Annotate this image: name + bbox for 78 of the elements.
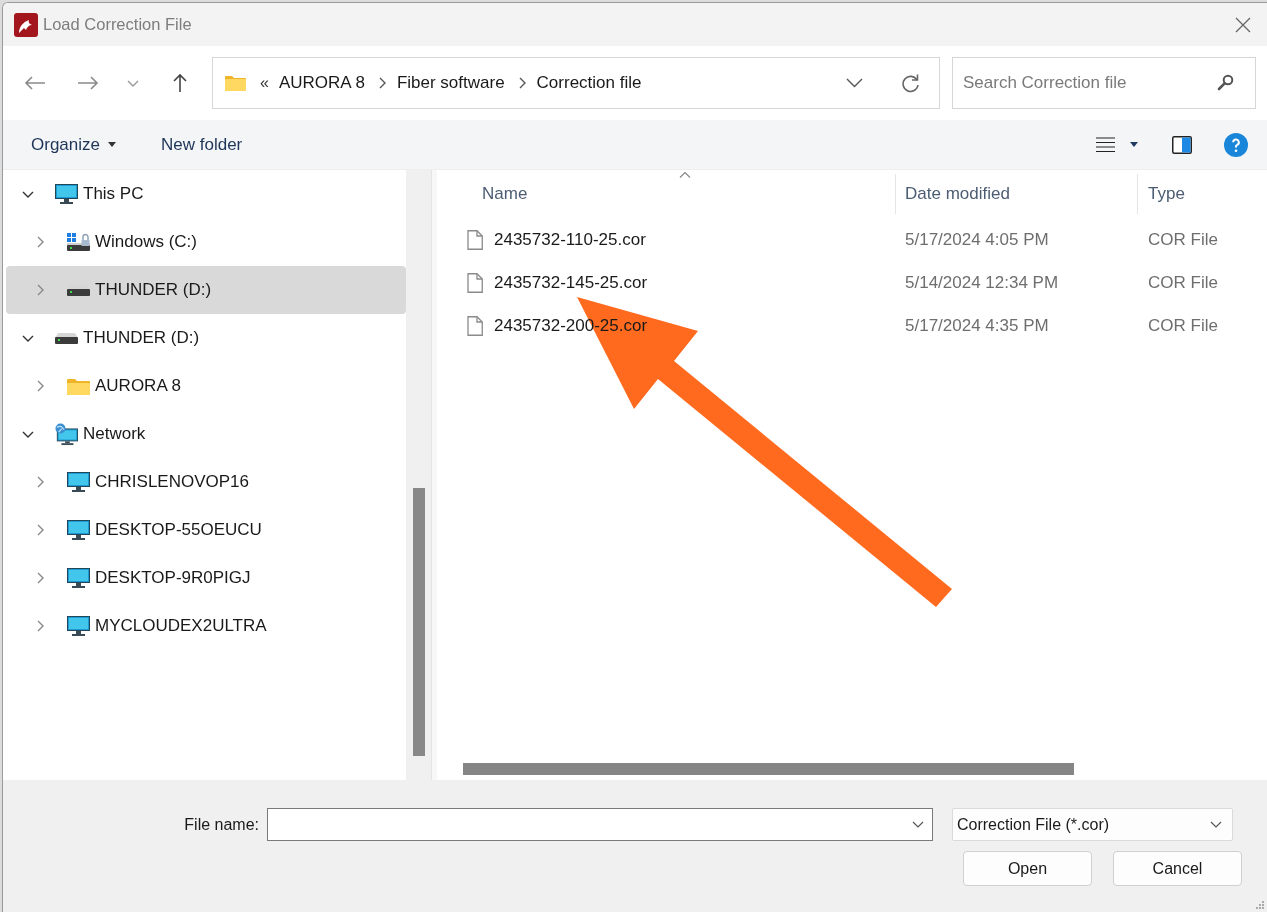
document-icon xyxy=(467,315,483,336)
sidebar-item[interactable]: This PC xyxy=(6,170,406,218)
sidebar-item[interactable]: DESKTOP-55OEUCU xyxy=(6,506,406,554)
monitor-icon xyxy=(67,568,90,588)
up-arrow-icon[interactable] xyxy=(172,73,188,93)
drive-icon xyxy=(55,332,78,344)
chevron-right-icon[interactable] xyxy=(36,236,44,248)
chevron-right-icon[interactable] xyxy=(518,77,526,89)
file-name-field[interactable] xyxy=(267,808,933,841)
file-row[interactable]: 2435732-145-25.cor 5/14/2024 12:34 PM COR File xyxy=(437,261,1267,304)
window-title: Load Correction File xyxy=(43,14,192,36)
chevron-right-icon[interactable] xyxy=(36,572,44,584)
network-icon xyxy=(55,422,78,446)
close-icon[interactable] xyxy=(1235,16,1251,33)
search-icon[interactable] xyxy=(1217,74,1234,91)
file-type-text: COR File xyxy=(1148,272,1218,292)
file-type-text: COR File xyxy=(1148,315,1218,335)
scrollbar-thumb[interactable] xyxy=(463,763,1074,775)
dialog-button[interactable]: Cancel xyxy=(1113,851,1242,886)
dialog-button[interactable]: Open xyxy=(963,851,1092,886)
sidebar-item[interactable]: THUNDER (D:) xyxy=(6,266,406,314)
sidebar-item[interactable]: MYCLOUDEX2ULTRA xyxy=(6,602,406,650)
chevron-right-icon[interactable] xyxy=(36,476,44,488)
organize-button[interactable]: Organize xyxy=(31,131,116,158)
monitor-icon xyxy=(67,520,90,540)
sidebar-item[interactable]: CHRISLENOVOP16 xyxy=(6,458,406,506)
date-modified-text: 5/17/2024 4:35 PM xyxy=(905,315,1049,335)
new-folder-button[interactable]: New folder xyxy=(161,131,243,158)
chevron-right-icon[interactable] xyxy=(36,380,44,392)
sidebar-item[interactable]: AURORA 8 xyxy=(6,362,406,410)
app-icon xyxy=(14,12,38,37)
file-row[interactable]: 2435732-110-25.cor 5/17/2024 4:05 PM COR File xyxy=(437,218,1267,261)
search-field[interactable]: Search Correction file xyxy=(952,57,1256,109)
sidebar-item[interactable]: DESKTOP-9R0PIGJ xyxy=(6,554,406,602)
chevron-right-icon[interactable] xyxy=(378,77,386,89)
address-bar[interactable]: « AURORA 8 Fiber software Correction file xyxy=(212,57,940,109)
monitor-icon xyxy=(67,472,90,492)
file-type-text: COR File xyxy=(1148,229,1218,249)
file-name-text: 2435732-145-25.cor xyxy=(494,271,648,294)
document-icon xyxy=(467,229,483,250)
refresh-icon[interactable] xyxy=(900,73,920,93)
column-header[interactable]: Type xyxy=(1138,170,1267,218)
folder-icon xyxy=(225,75,246,91)
sidebar-item[interactable]: THUNDER (D:) xyxy=(6,314,406,362)
breadcrumb-overflow-button[interactable]: « xyxy=(260,71,269,95)
breadcrumb-item[interactable]: Correction file xyxy=(536,70,642,96)
date-modified-text: 5/17/2024 4:05 PM xyxy=(905,229,1049,249)
resize-grip-icon[interactable] xyxy=(1255,900,1264,909)
file-name-label: File name: xyxy=(183,814,260,835)
drive-icon xyxy=(67,232,90,252)
scrollbar-thumb[interactable] xyxy=(413,488,425,756)
chevron-right-icon[interactable] xyxy=(36,524,44,536)
caret-icon[interactable] xyxy=(1130,142,1138,147)
date-modified-text: 5/14/2024 12:34 PM xyxy=(905,272,1059,292)
file-name-text: 2435732-110-25.cor xyxy=(494,228,646,251)
sidebar-item[interactable]: Network xyxy=(6,410,406,458)
forward-arrow-icon[interactable] xyxy=(77,75,99,91)
chevron-down-icon[interactable] xyxy=(846,78,863,88)
dropdown-chevron-icon[interactable] xyxy=(912,821,924,828)
list-view-icon[interactable] xyxy=(1096,136,1115,153)
caret-icon xyxy=(108,142,116,147)
chevron-right-icon[interactable] xyxy=(36,620,44,632)
sidebar-item[interactable]: Windows (C:) xyxy=(6,218,406,266)
folder-icon xyxy=(67,377,90,395)
sort-caret-icon[interactable] xyxy=(678,172,691,178)
breadcrumb-item[interactable]: Fiber software xyxy=(396,70,505,96)
breadcrumb-item[interactable]: AURORA 8 xyxy=(278,70,365,96)
monitor-icon xyxy=(67,616,90,636)
file-type-select[interactable]: Correction File (*.cor) xyxy=(952,808,1233,841)
chevron-down-icon[interactable] xyxy=(22,430,34,438)
back-arrow-icon[interactable] xyxy=(24,75,46,91)
preview-pane-icon[interactable] xyxy=(1172,135,1192,154)
dropdown-chevron-icon xyxy=(1210,821,1222,828)
help-icon[interactable] xyxy=(1224,132,1248,157)
document-icon xyxy=(467,272,483,293)
chevron-down-icon[interactable] xyxy=(22,334,34,342)
chevron-down-icon[interactable] xyxy=(22,190,34,198)
monitor-icon xyxy=(55,184,78,204)
